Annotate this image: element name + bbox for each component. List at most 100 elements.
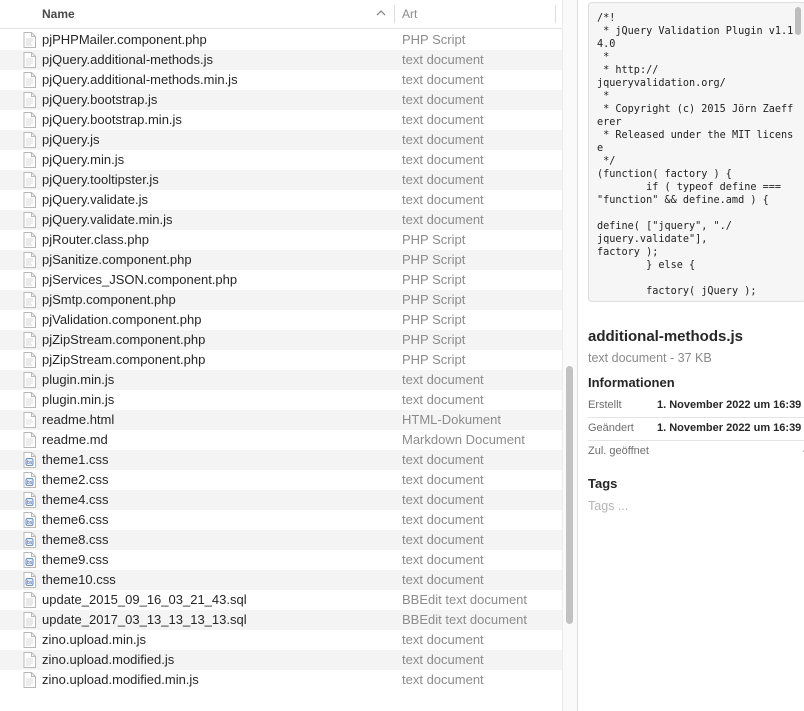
file-kind: PHP Script [402,32,466,47]
file-row[interactable]: update_2015_09_16_03_21_43.sql BBEdit tex… [0,590,562,610]
file-kind: text document [402,572,484,587]
file-name: pjZipStream.component.php [42,332,206,347]
column-divider[interactable] [555,5,556,23]
file-row[interactable]: pjQuery.bootstrap.min.js text document [0,110,562,130]
preview-scrollbar-thumb[interactable] [795,7,801,35]
file-row[interactable]: pjServices_JSON.component.php PHP Script [0,270,562,290]
file-name: update_2015_09_16_03_21_43.sql [42,592,247,607]
file-row[interactable]: zino.upload.min.js text document [0,630,562,650]
info-row-last-opened: Zul. geöffnet -- [588,441,804,463]
svg-text:bs: bs [27,540,33,546]
column-header-kind[interactable]: Art [402,7,417,21]
text-file-icon [23,652,36,668]
info-pane: /*! * jQuery Validation Plugin v1.14.0 *… [578,0,804,711]
text-file-icon [23,72,36,88]
file-name: pjZipStream.component.php [42,352,206,367]
file-row[interactable]: update_2017_03_13_13_13_13.sql BBEdit tex… [0,610,562,630]
php-file-icon [23,32,36,48]
file-kind: text document [402,452,484,467]
file-kind: Markdown Document [402,432,525,447]
file-kind: text document [402,532,484,547]
file-name: zino.upload.modified.js [42,652,175,667]
info-row-modified: Geändert 1. November 2022 um 16:39 [588,418,804,440]
file-name: pjPHPMailer.component.php [42,32,207,47]
file-name: pjQuery.additional-methods.js [42,52,214,67]
file-kind: text document [402,512,484,527]
file-row[interactable]: bs theme8.css text document [0,530,562,550]
file-kind: PHP Script [402,252,466,267]
file-row[interactable]: pjSanitize.component.php PHP Script [0,250,562,270]
file-name: pjRouter.class.php [42,232,149,247]
list-header: Name Art [0,0,562,29]
file-row[interactable]: bs theme6.css text document [0,510,562,530]
file-kind: PHP Script [402,352,466,367]
css-file-icon: bs [23,512,36,528]
file-row[interactable]: pjValidation.component.php PHP Script [0,310,562,330]
file-row[interactable]: bs theme2.css text document [0,470,562,490]
file-kind: text document [402,92,484,107]
file-row[interactable]: pjPHPMailer.component.php PHP Script [0,30,562,50]
file-name: plugin.min.js [42,372,115,387]
file-row[interactable]: bs theme4.css text document [0,490,562,510]
file-row[interactable]: pjQuery.additional-methods.js text docume… [0,50,562,70]
info-label: Zul. geöffnet [588,445,649,457]
file-name: update_2017_03_13_13_13_13.sql [42,612,247,627]
file-row[interactable]: pjSmtp.component.php PHP Script [0,290,562,310]
file-row[interactable]: readme.html HTML-Dokument [0,410,562,430]
file-preview[interactable]: /*! * jQuery Validation Plugin v1.14.0 *… [588,2,804,302]
file-name: pjServices_JSON.component.php [42,272,238,287]
file-row[interactable]: pjQuery.validate.js text document [0,190,562,210]
file-row[interactable]: pjQuery.tooltipster.js text document [0,170,562,190]
file-name: theme2.css [42,472,109,487]
file-kind: text document [402,372,484,387]
file-name: theme1.css [42,452,109,467]
file-row[interactable]: zino.upload.modified.min.js text document [0,670,562,690]
file-row[interactable]: pjZipStream.component.php PHP Script [0,330,562,350]
file-row[interactable]: pjQuery.validate.min.js text document [0,210,562,230]
file-row[interactable]: pjQuery.bootstrap.js text document [0,90,562,110]
php-file-icon [23,232,36,248]
list-scrollbar-thumb[interactable] [566,366,573,624]
file-name: pjQuery.bootstrap.min.js [42,112,182,127]
file-name: readme.html [42,412,115,427]
svg-text:bs: bs [27,580,33,586]
svg-text:bs: bs [27,560,33,566]
file-row[interactable]: bs theme1.css text document [0,450,562,470]
file-row[interactable]: bs theme10.css text document [0,570,562,590]
file-name: pjQuery.js [42,132,100,147]
svg-text:bs: bs [27,480,33,486]
file-row[interactable]: plugin.min.js text document [0,370,562,390]
tags-input[interactable]: Tags ... [588,497,798,515]
php-file-icon [23,292,36,308]
sort-ascending-icon[interactable] [376,7,386,19]
file-name: pjQuery.min.js [42,152,125,167]
file-name: theme8.css [42,532,109,547]
column-divider[interactable] [394,5,395,23]
php-file-icon [23,312,36,328]
file-row[interactable]: plugin.min.js text document [0,390,562,410]
column-header-name[interactable]: Name [42,7,75,21]
file-row[interactable]: zino.upload.modified.js text document [0,650,562,670]
text-file-icon [23,112,36,128]
file-row[interactable]: readme.md Markdown Document [0,430,562,450]
file-row[interactable]: pjQuery.additional-methods.min.js text do… [0,70,562,90]
file-name: zino.upload.min.js [42,632,147,647]
file-row[interactable]: pjZipStream.component.php PHP Script [0,350,562,370]
file-row[interactable]: pjQuery.min.js text document [0,150,562,170]
file-name: pjValidation.component.php [42,312,202,327]
file-row[interactable]: bs theme9.css text document [0,550,562,570]
preview-code-text: /*! * jQuery Validation Plugin v1.14.0 *… [597,13,794,297]
file-kind: text document [402,492,484,507]
file-name: theme4.css [42,492,109,507]
file-row[interactable]: pjQuery.js text document [0,130,562,150]
css-file-icon: bs [23,532,36,548]
css-file-icon: bs [23,452,36,468]
file-kind: text document [402,72,484,87]
text-file-icon [23,212,36,228]
file-kind: PHP Script [402,312,466,327]
file-kind: BBEdit text document [402,612,528,627]
file-row[interactable]: pjRouter.class.php PHP Script [0,230,562,250]
file-kind: PHP Script [402,272,466,287]
text-file-icon [23,632,36,648]
file-kind: text document [402,672,484,687]
